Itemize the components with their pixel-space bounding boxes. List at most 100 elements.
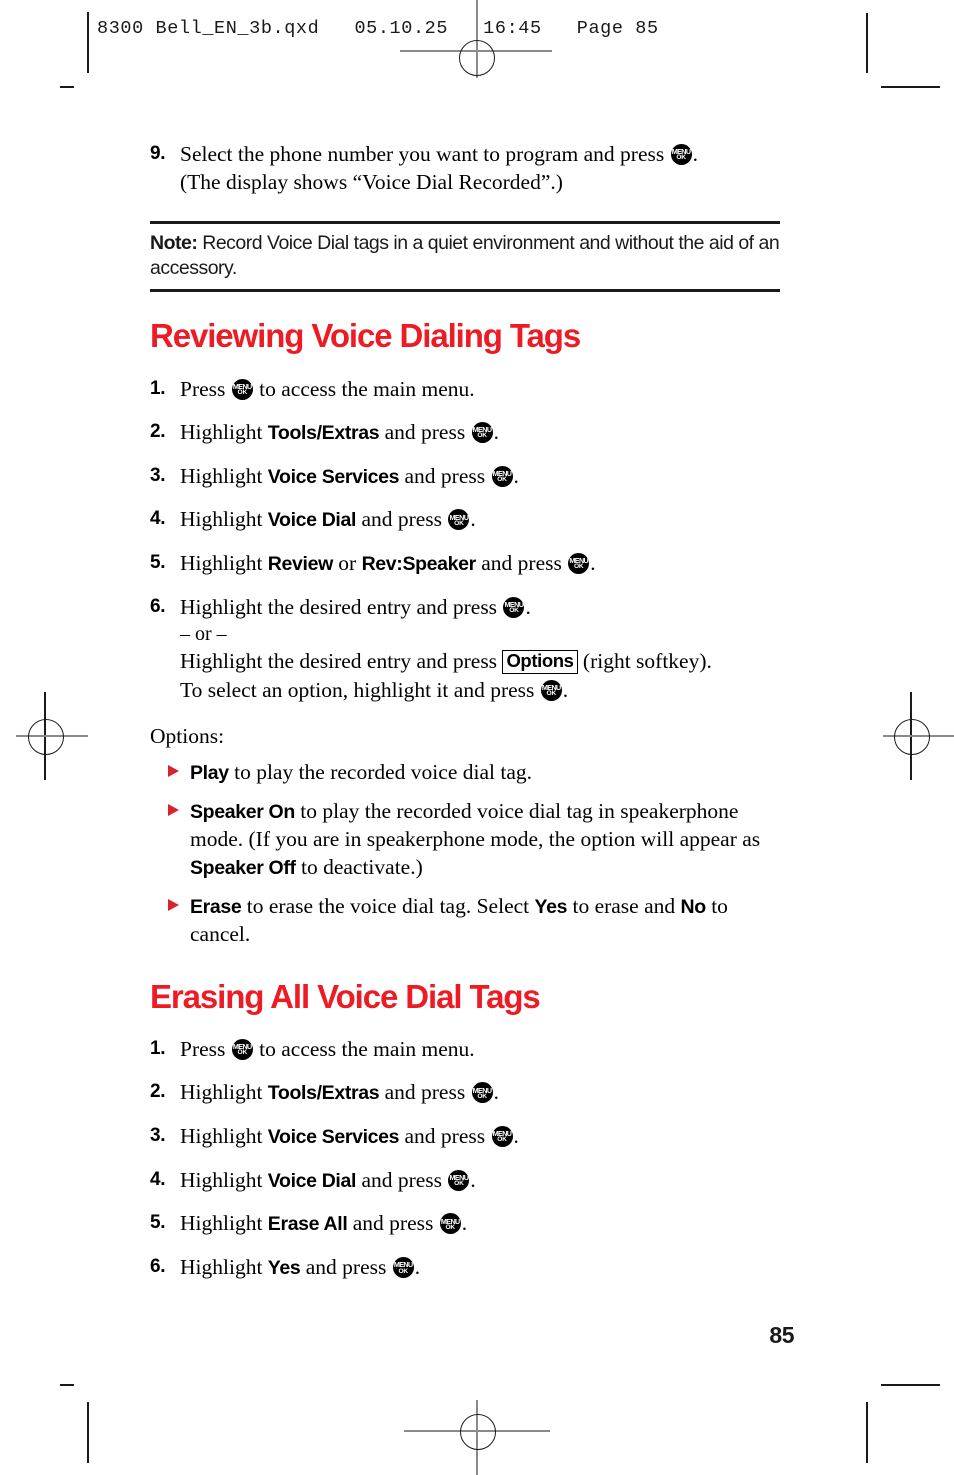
step-text: Highlight (180, 1080, 268, 1105)
menu-ok-key-line2: OK (509, 607, 519, 615)
menu-ok-key-icon: MENU OK (503, 596, 525, 618)
options-softkey-button[interactable]: Options (502, 650, 578, 674)
confirm-no-label: No (680, 895, 707, 918)
s1-step-4: 4. Highlight Voice Dial and press MENU OK… (150, 505, 780, 534)
step-text-sep: or (332, 551, 362, 576)
step-text-mid: and press (356, 507, 448, 532)
menu-ok-key-line2: OK (237, 388, 248, 396)
step-number: 1. (150, 377, 166, 399)
s2-step-1: 1. Press MENU OK to access the main menu. (150, 1035, 780, 1063)
step6-or-separator: – or – (180, 623, 227, 646)
step-9: 9. Select the phone number you want to p… (150, 140, 780, 197)
option-description: to play the recorded voice dial tag. (228, 759, 532, 784)
confirm-yes-label: Yes (267, 1257, 301, 1280)
menu-ok-key-line2: OK (497, 476, 507, 484)
menu-item-label: Tools/Extras (267, 1082, 380, 1105)
step-number: 4. (150, 508, 166, 530)
step-text-tail: . (513, 1123, 519, 1148)
step-number: 6. (150, 1256, 166, 1278)
step-text-tail: . (461, 1211, 468, 1236)
section-heading-reviewing: Reviewing Voice Dialing Tags (150, 317, 581, 355)
note-text: Note: Record Voice Dial tags in a quiet … (150, 231, 780, 282)
s2-step-4: 4. Highlight Voice Dial and press MENU OK… (150, 1166, 780, 1195)
option-text: Speaker On to play the recorded voice di… (190, 798, 780, 882)
menu-item-label: Voice Services (267, 465, 400, 488)
step-number: 9. (150, 143, 166, 164)
step-text: To select an option, highlight it and pr… (180, 677, 540, 702)
crop-mark-top-left-horizontal (60, 86, 74, 88)
menu-item-label: Tools/Extras (267, 421, 380, 444)
menu-ok-key-line2: OK (445, 1223, 456, 1231)
triangle-bullet-icon (168, 759, 190, 777)
step-number: 3. (150, 1124, 166, 1146)
step-number: 6. (150, 595, 166, 617)
menu-ok-key-icon: MENU OK (231, 378, 253, 400)
section-heading-erasing: Erasing All Voice Dial Tags (150, 977, 541, 1015)
step-body: Highlight Voice Dial and press MENU OK. (180, 505, 780, 534)
registration-mark-bottom-circle (460, 1414, 496, 1450)
step-body: Highlight Voice Dial and press MENU OK. (180, 1166, 780, 1195)
menu-item-label-alt: Rev:Speaker (361, 553, 477, 576)
crop-mark-bottom-right-vertical (866, 1402, 868, 1463)
option-item-play: Play to play the recorded voice dial tag… (150, 759, 780, 787)
s1-step-1: 1. Press MENU OK to access the main menu. (150, 375, 780, 403)
triangle-bullet-icon (168, 798, 190, 816)
step-text-tail: . (493, 1080, 499, 1105)
option-description: to erase the voice dial tag. Select (241, 893, 535, 918)
menu-item-label: Erase All (267, 1213, 348, 1236)
menu-item-label: Voice Dial (267, 509, 357, 532)
step-text: Highlight (180, 507, 268, 532)
step-text-tail: . (470, 507, 476, 532)
step-text-tail: . (590, 551, 596, 576)
step-text-mid: and press (379, 419, 471, 444)
confirm-yes-label: Yes (534, 895, 568, 918)
menu-ok-key-icon: MENU OK (568, 553, 590, 575)
note-label: Note: (150, 231, 198, 254)
step-text-tail: . (470, 1167, 476, 1192)
page-content: 9. Select the phone number you want to p… (150, 140, 780, 1297)
step-text: Highlight (180, 463, 268, 488)
s1-step-3: 3. Highlight Voice Services and press ME… (150, 462, 780, 491)
option-description-mid: to erase and (567, 893, 681, 918)
option-name-alt: Speaker Off (190, 856, 296, 879)
menu-ok-key-line2: OK (546, 689, 557, 697)
step-body: Highlight Erase All and press MENU OK. (180, 1209, 780, 1238)
step-text-line2: (The display shows “Voice Dial Recorded”… (180, 170, 563, 195)
step-text: Highlight (180, 1211, 268, 1236)
step-text-tail: . (692, 142, 698, 166)
menu-item-label: Voice Services (267, 1125, 400, 1148)
step6-line4: To select an option, highlight it and pr… (180, 676, 780, 704)
option-name: Erase (190, 895, 242, 918)
menu-ok-key-icon: MENU OK (471, 421, 493, 443)
step-text: Highlight the desired entry and press (180, 594, 503, 619)
option-name: Play (190, 761, 229, 784)
step6-line3: Highlight the desired entry and press Op… (180, 647, 780, 675)
step-text: Press (180, 376, 231, 401)
s2-step-3: 3. Highlight Voice Services and press ME… (150, 1122, 780, 1151)
crop-mark-bottom-left-horizontal (60, 1384, 74, 1386)
crop-mark-bottom-right-horizontal (881, 1384, 940, 1386)
s2-step-2: 2. Highlight Tools/Extras and press MENU… (150, 1078, 780, 1107)
step-number: 3. (150, 464, 166, 486)
step-text-mid: and press (300, 1255, 392, 1280)
options-list-label: Options: (150, 723, 225, 748)
menu-item-label: Voice Dial (267, 1169, 357, 1192)
menu-ok-key-icon: MENU OK (448, 509, 470, 531)
step-text: Highlight (180, 1123, 268, 1148)
step6-line1: Highlight the desired entry and press ME… (180, 593, 780, 621)
step-text: Highlight (180, 1167, 268, 1192)
menu-ok-key-line2: OK (574, 563, 584, 571)
menu-ok-key-icon: MENU OK (439, 1213, 461, 1235)
registration-mark-right-circle (894, 719, 930, 755)
triangle-bullet-icon (168, 893, 190, 911)
crop-mark-top-right-horizontal (881, 86, 940, 88)
step-text-tail: to access the main menu. (253, 376, 475, 401)
note-body: Record Voice Dial tags in a quiet enviro… (150, 231, 780, 280)
menu-ok-key-icon: MENU OK (448, 1169, 470, 1191)
s2-step-6: 6. Highlight Yes and press MENU OK. (150, 1253, 780, 1282)
option-description-tail: to deactivate.) (295, 854, 423, 879)
step-number: 5. (150, 552, 166, 574)
step-text-tail: (right softkey). (577, 649, 712, 674)
registration-mark-top-circle (459, 40, 495, 76)
step-text-tail: . (493, 419, 499, 444)
